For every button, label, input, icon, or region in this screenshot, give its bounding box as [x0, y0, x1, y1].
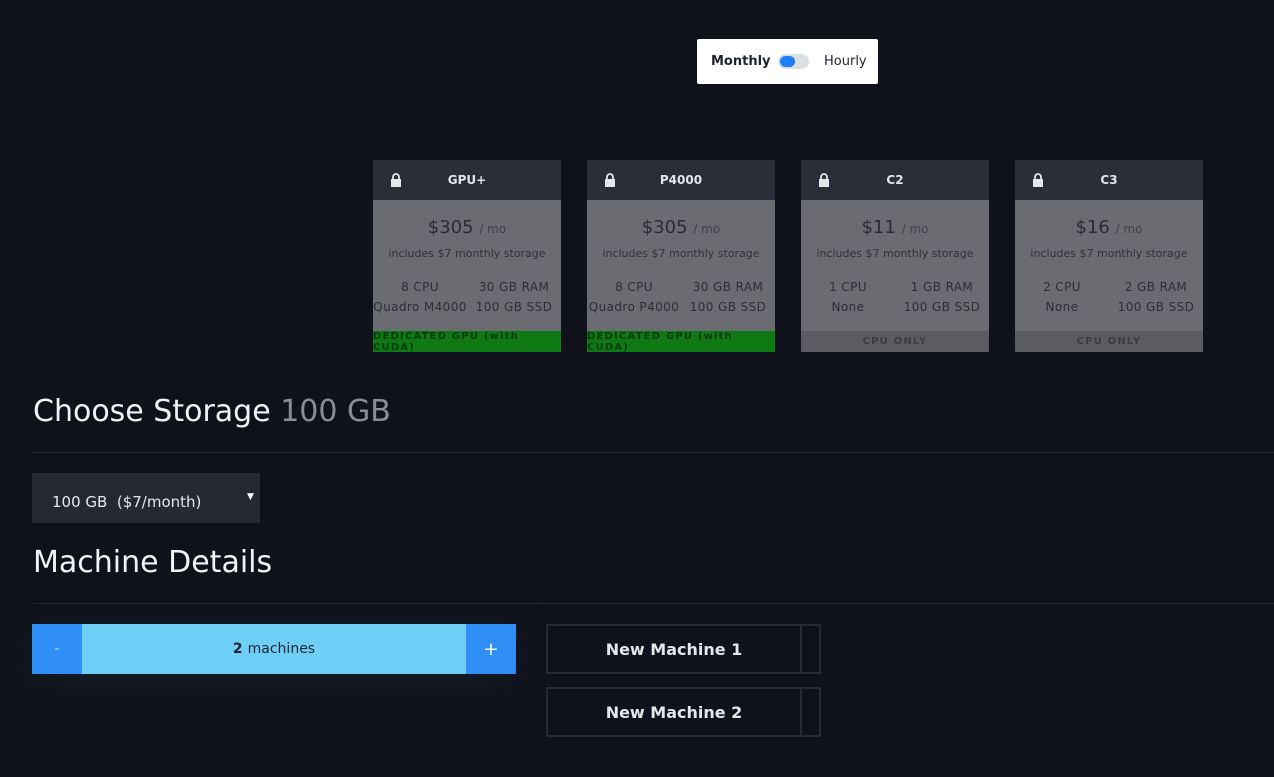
monthly-label[interactable]: Monthly — [711, 54, 771, 69]
plan-specs: 1 CPU 1 GB RAM None 100 GB SSD — [801, 280, 989, 314]
machine-row[interactable]: New Machine 2 — [546, 687, 821, 737]
plan-ram: 30 GB RAM — [692, 280, 764, 294]
chevron-down-icon: ▼ — [247, 492, 254, 502]
lock-icon — [391, 173, 401, 187]
plan-tag: DEDICATED GPU (with CUDA) — [373, 331, 561, 352]
plan-storage-note: includes $7 monthly storage — [602, 247, 760, 260]
plan-cpu: 8 CPU — [401, 280, 439, 294]
divider — [33, 603, 1274, 604]
plan-card-p4000[interactable]: P4000 $305 / mo includes $7 monthly stor… — [587, 160, 775, 352]
machine-row[interactable]: New Machine 1 — [546, 624, 821, 674]
storage-select[interactable]: 100 GB ($7/month) ▼ — [32, 473, 260, 523]
plan-ssd: 100 GB SSD — [475, 300, 553, 314]
plan-storage-note: includes $7 monthly storage — [816, 247, 974, 260]
plan-name: GPU+ — [447, 173, 487, 187]
plan-gpu: Quadro M4000 — [373, 300, 467, 314]
increment-button[interactable]: + — [466, 624, 516, 674]
plan-ram: 1 GB RAM — [910, 280, 974, 294]
plan-gpu: Quadro P4000 — [588, 300, 680, 314]
billing-switch[interactable] — [778, 54, 809, 69]
billing-switch-knob — [780, 56, 795, 67]
plan-storage-note: includes $7 monthly storage — [1030, 247, 1188, 260]
plan-cpu: 1 CPU — [829, 280, 867, 294]
plan-tag: CPU ONLY — [1015, 331, 1203, 352]
plan-price: $16 / mo — [1075, 217, 1143, 238]
decrement-button[interactable]: - — [32, 624, 82, 674]
plan-card-c2[interactable]: C2 $11 / mo includes $7 monthly storage … — [801, 160, 989, 352]
plan-ssd: 100 GB SSD — [689, 300, 767, 314]
plan-name: P4000 — [659, 173, 703, 187]
plan-gpu: None — [1045, 300, 1079, 314]
plan-tag: DEDICATED GPU (with CUDA) — [587, 331, 775, 352]
storage-select-value: 100 GB ($7/month) — [52, 493, 202, 511]
machine-count-display: 2 machines — [82, 624, 466, 674]
lock-icon — [605, 173, 615, 187]
lock-icon — [1033, 173, 1043, 187]
plan-name: C2 — [886, 173, 904, 187]
plan-specs: 8 CPU 30 GB RAM Quadro M4000 100 GB SSD — [373, 280, 561, 314]
plan-specs: 2 CPU 2 GB RAM None 100 GB SSD — [1015, 280, 1203, 314]
plan-ram: 30 GB RAM — [478, 280, 550, 294]
plan-header: P4000 — [587, 160, 775, 200]
plan-header: GPU+ — [373, 160, 561, 200]
plan-price: $305 / mo — [427, 217, 507, 238]
plan-card-gpu-plus[interactable]: GPU+ $305 / mo includes $7 monthly stora… — [373, 160, 561, 352]
plan-header: C3 — [1015, 160, 1203, 200]
plan-name: C3 — [1100, 173, 1118, 187]
plan-ssd: 100 GB SSD — [903, 300, 981, 314]
plan-gpu: None — [831, 300, 865, 314]
plan-ram: 2 GB RAM — [1124, 280, 1188, 294]
hourly-label[interactable]: Hourly — [824, 54, 867, 69]
machine-name: New Machine 1 — [548, 626, 802, 672]
plan-price: $305 / mo — [641, 217, 721, 238]
plan-card-c3[interactable]: C3 $16 / mo includes $7 monthly storage … — [1015, 160, 1203, 352]
machine-name: New Machine 2 — [548, 689, 802, 735]
machine-count-unit: machines — [247, 641, 316, 657]
plan-specs: 8 CPU 30 GB RAM Quadro P4000 100 GB SSD — [587, 280, 775, 314]
machine-details-title: Machine Details — [33, 545, 273, 580]
plan-price: $11 / mo — [861, 217, 929, 238]
plan-cpu: 8 CPU — [615, 280, 653, 294]
lock-icon — [819, 173, 829, 187]
storage-size: 100 GB — [280, 394, 391, 429]
plan-tag: CPU ONLY — [801, 331, 989, 352]
plan-header: C2 — [801, 160, 989, 200]
divider — [33, 452, 1274, 453]
billing-period-toggle: Monthly Hourly — [697, 39, 878, 84]
plan-storage-note: includes $7 monthly storage — [388, 247, 546, 260]
machine-count: 2 — [232, 641, 243, 657]
plan-ssd: 100 GB SSD — [1117, 300, 1195, 314]
machine-count-stepper: - 2 machines + — [32, 624, 516, 674]
plan-cpu: 2 CPU — [1043, 280, 1081, 294]
storage-section-title: Choose Storage 100 GB — [33, 394, 391, 429]
